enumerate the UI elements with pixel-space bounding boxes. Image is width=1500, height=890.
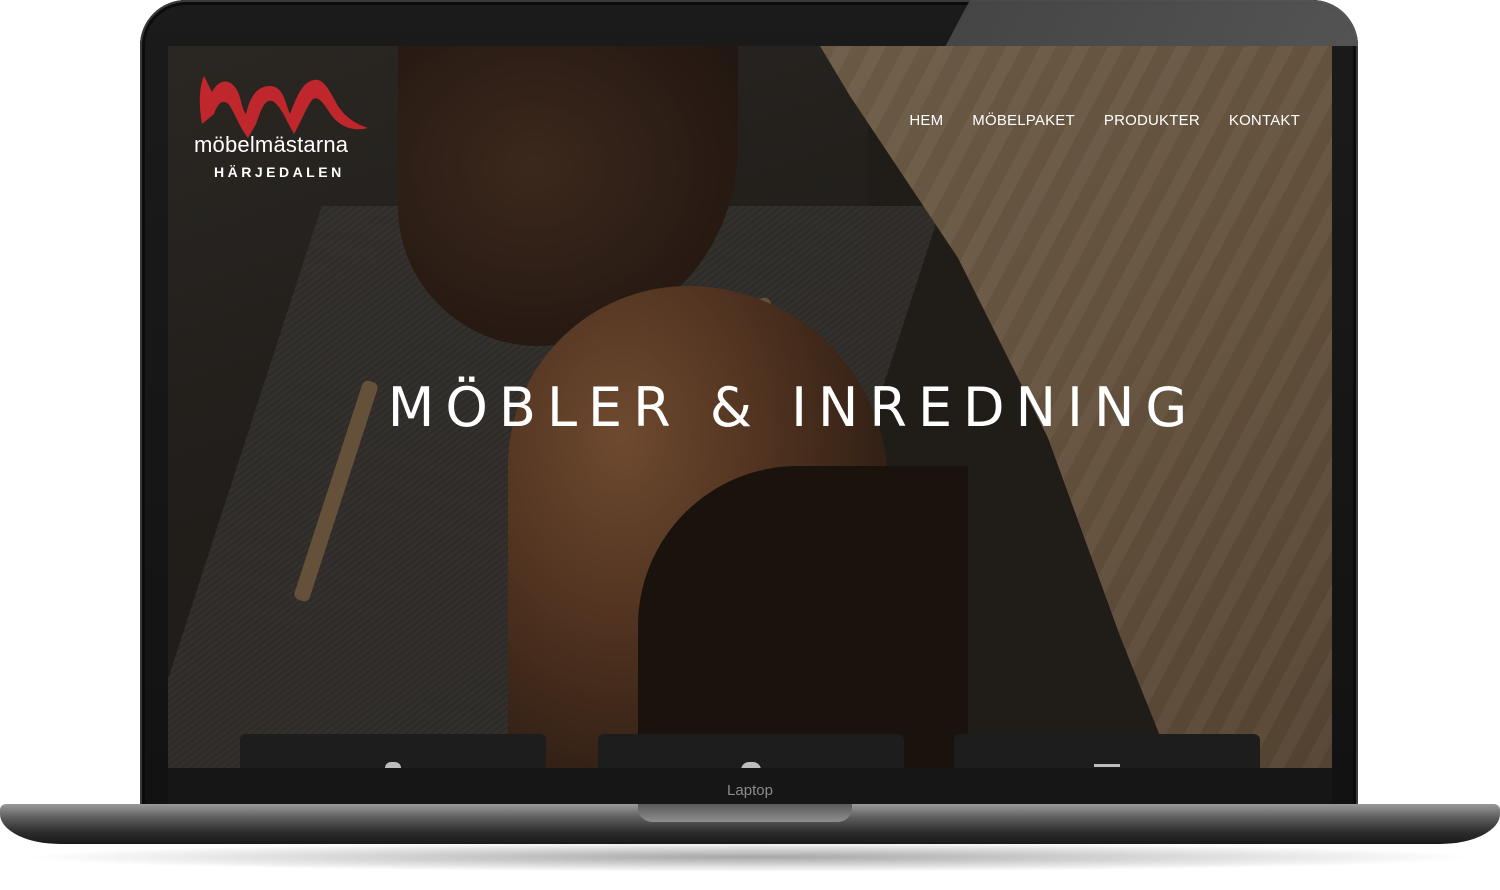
lid-glare bbox=[945, 0, 1358, 46]
nav-item-mobelpaket[interactable]: MÖBELPAKET bbox=[972, 112, 1075, 129]
website-viewport: möbelmästarna HÄRJEDALEN HEM MÖBELPAKET … bbox=[168, 46, 1332, 768]
brand-name: möbelmästarna bbox=[194, 132, 349, 157]
brand-subtitle: HÄRJEDALEN bbox=[214, 164, 345, 180]
hero-title: MÖBLER & INREDNING bbox=[387, 376, 1199, 439]
feature-card[interactable] bbox=[240, 734, 546, 768]
box-icon bbox=[1094, 764, 1120, 767]
nav-item-produkter[interactable]: PRODUKTER bbox=[1104, 112, 1200, 129]
feature-card[interactable] bbox=[954, 734, 1260, 768]
laptop-shadow bbox=[20, 842, 1480, 872]
logo-swoosh bbox=[199, 76, 368, 138]
device-label: Laptop bbox=[727, 782, 773, 799]
main-nav: HEM MÖBELPAKET PRODUKTER KONTAKT bbox=[909, 112, 1300, 129]
feature-card[interactable] bbox=[598, 734, 904, 768]
logo-link[interactable]: möbelmästarna HÄRJEDALEN bbox=[168, 46, 388, 196]
laptop-notch bbox=[638, 804, 852, 822]
nav-item-kontakt[interactable]: KONTAKT bbox=[1229, 112, 1300, 129]
nav-item-hem[interactable]: HEM bbox=[909, 112, 943, 129]
